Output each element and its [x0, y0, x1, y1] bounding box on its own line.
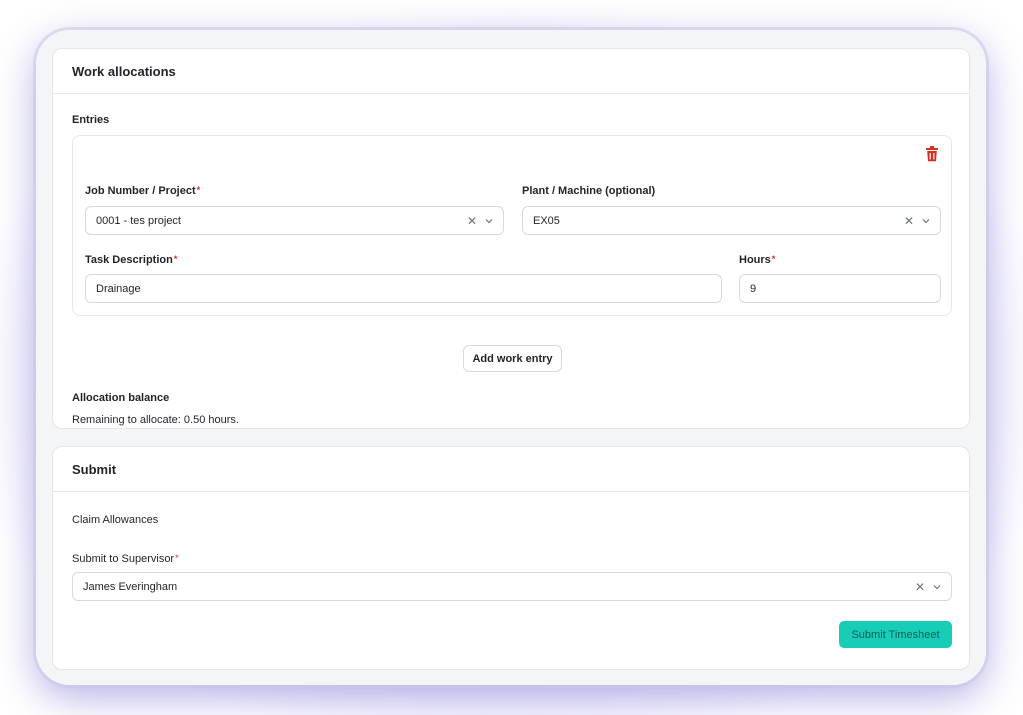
hours-value: 9	[750, 282, 757, 295]
job-number-select[interactable]: 0001 - tes project ✕	[85, 206, 504, 235]
chevron-down-icon[interactable]	[933, 583, 941, 591]
submit-title: Submit	[53, 447, 969, 492]
required-mark: *	[196, 185, 201, 195]
submit-card: Submit Claim Allowances Submit to Superv…	[52, 446, 970, 670]
work-allocations-title: Work allocations	[53, 49, 969, 94]
required-mark: *	[173, 254, 178, 264]
clear-x-icon[interactable]: ✕	[904, 214, 914, 228]
hours-input[interactable]: 9	[739, 274, 941, 303]
remaining-allocation-text: Remaining to allocate: 0.50 hours.	[72, 414, 239, 426]
page-background: Work allocations Entries Job Number / Pr…	[36, 30, 986, 685]
task-description-label: Task Description*	[85, 254, 177, 266]
hours-label-text: Hours	[739, 254, 771, 266]
task-description-label-text: Task Description	[85, 254, 173, 266]
submit-timesheet-button[interactable]: Submit Timesheet	[839, 621, 952, 648]
supervisor-label: Submit to Supervisor*	[72, 553, 179, 565]
supervisor-label-text: Submit to Supervisor	[72, 553, 175, 565]
clear-x-icon[interactable]: ✕	[915, 580, 925, 594]
trash-icon[interactable]	[925, 146, 939, 162]
required-mark: *	[771, 254, 776, 264]
plant-machine-select[interactable]: EX05 ✕	[522, 206, 941, 235]
task-description-value: Drainage	[96, 282, 141, 295]
hours-label: Hours*	[739, 254, 775, 266]
plant-machine-label: Plant / Machine (optional)	[522, 185, 656, 197]
claim-allowances-label: Claim Allowances	[72, 514, 159, 526]
plant-machine-value: EX05	[533, 214, 560, 227]
work-allocations-card: Work allocations Entries Job Number / Pr…	[52, 48, 970, 429]
supervisor-select[interactable]: James Everingham ✕	[72, 572, 952, 601]
allocation-balance-label: Allocation balance	[72, 392, 170, 404]
work-entry: Job Number / Project* 0001 - tes project…	[72, 135, 952, 316]
job-number-value: 0001 - tes project	[96, 214, 181, 227]
clear-x-icon[interactable]: ✕	[467, 214, 477, 228]
chevron-down-icon[interactable]	[485, 217, 493, 225]
job-number-label: Job Number / Project*	[85, 185, 200, 197]
job-number-label-text: Job Number / Project	[85, 185, 196, 197]
supervisor-value: James Everingham	[83, 580, 178, 593]
entries-label: Entries	[72, 114, 110, 126]
add-work-entry-button[interactable]: Add work entry	[463, 345, 562, 372]
app-window: Work allocations Entries Job Number / Pr…	[36, 30, 986, 685]
required-mark: *	[175, 553, 179, 563]
chevron-down-icon[interactable]	[922, 217, 930, 225]
task-description-input[interactable]: Drainage	[85, 274, 722, 303]
